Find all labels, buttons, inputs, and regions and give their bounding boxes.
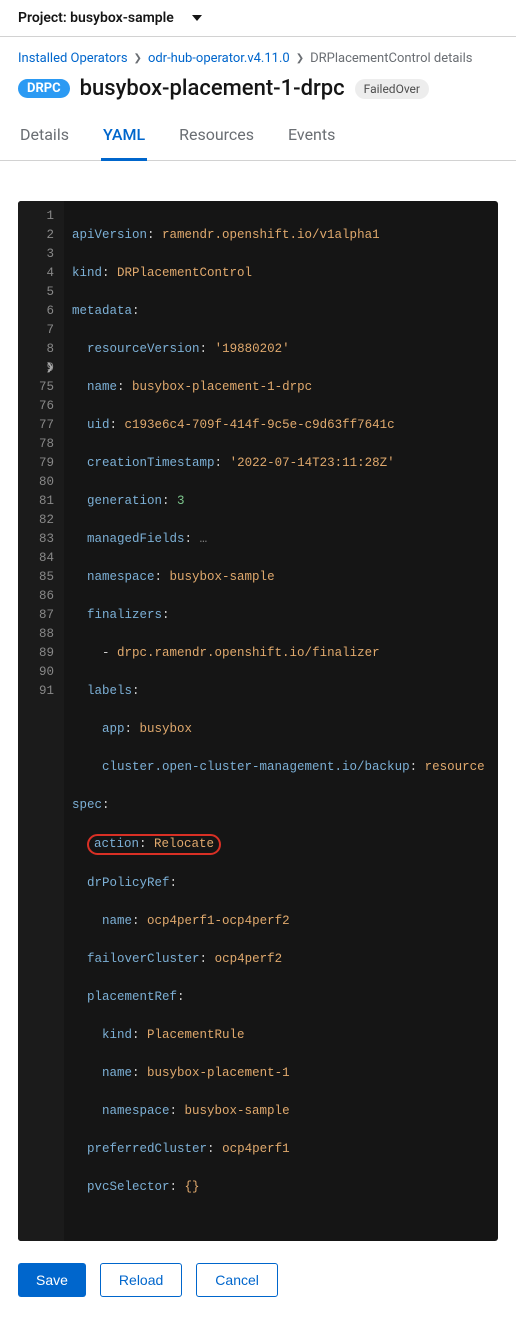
yaml-editor[interactable]: 1 2 3 4 5 6 7 8 9❯ 75 76 77 78 79 80 81 … xyxy=(18,201,498,1241)
code-area[interactable]: apiVersion: ramendr.openshift.io/v1alpha… xyxy=(64,201,498,1241)
tab-details[interactable]: Details xyxy=(18,115,71,160)
resource-type-badge: DRPC xyxy=(18,79,70,98)
reload-button[interactable]: Reload xyxy=(100,1263,182,1297)
chevron-right-icon: ❯ xyxy=(134,53,142,64)
project-selector[interactable]: Project: busybox-sample xyxy=(0,0,516,37)
save-button[interactable]: Save xyxy=(18,1263,86,1297)
fold-toggle[interactable]: ❯ xyxy=(46,359,54,378)
cancel-button[interactable]: Cancel xyxy=(196,1263,278,1297)
status-badge: FailedOver xyxy=(355,79,429,99)
action-highlight: action: Relocate xyxy=(87,834,221,855)
breadcrumb-operator[interactable]: odr-hub-operator.v4.11.0 xyxy=(148,51,290,66)
tab-yaml[interactable]: YAML xyxy=(101,115,147,161)
gutter: 1 2 3 4 5 6 7 8 9❯ 75 76 77 78 79 80 81 … xyxy=(18,201,64,1241)
button-bar: Save Reload Cancel xyxy=(0,1259,516,1317)
tabs: Details YAML Resources Events xyxy=(0,115,516,161)
project-label: Project: busybox-sample xyxy=(18,10,174,26)
breadcrumb-installed-operators[interactable]: Installed Operators xyxy=(18,51,128,66)
tab-resources[interactable]: Resources xyxy=(177,115,256,160)
page-title: busybox-placement-1-drpc xyxy=(80,76,345,101)
page-title-row: DRPC busybox-placement-1-drpc FailedOver xyxy=(0,66,516,115)
chevron-right-icon: ❯ xyxy=(296,53,304,64)
chevron-down-icon xyxy=(192,15,202,21)
breadcrumb-current: DRPlacementControl details xyxy=(310,51,472,66)
tab-events[interactable]: Events xyxy=(286,115,337,160)
breadcrumb: Installed Operators ❯ odr-hub-operator.v… xyxy=(0,37,516,66)
